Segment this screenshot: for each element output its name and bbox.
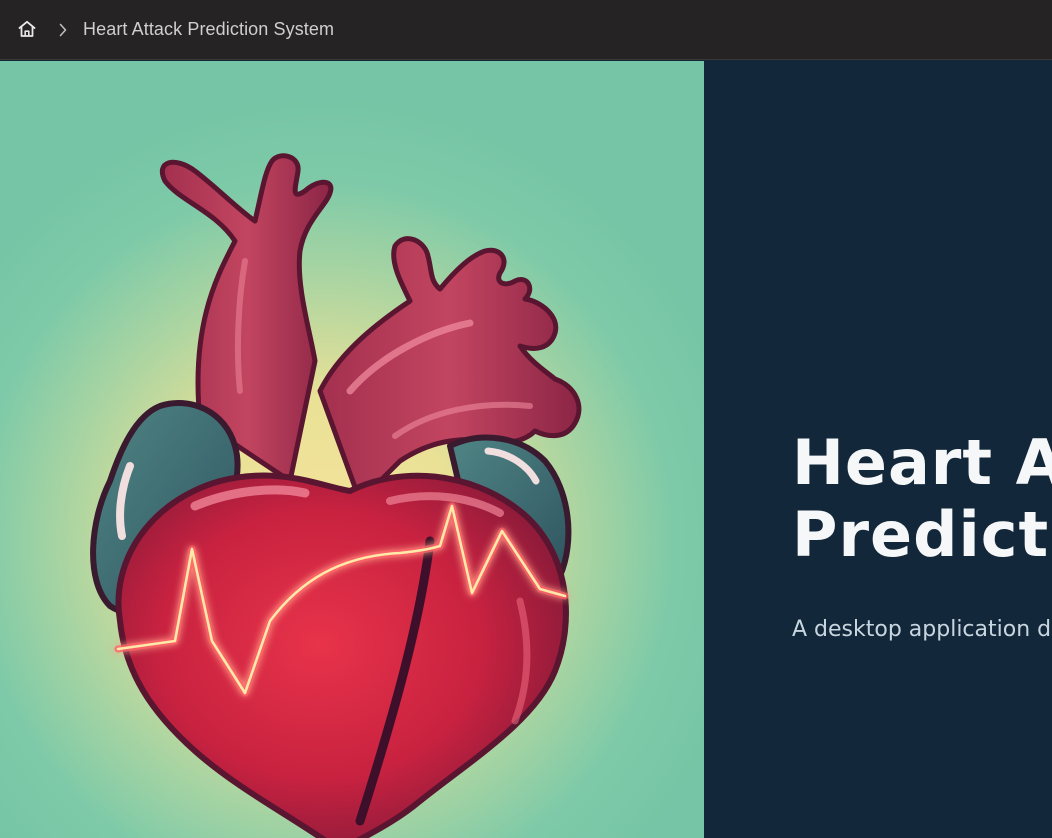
hero-content: Heart Attack Prediction System A desktop… bbox=[704, 61, 1052, 838]
chevron-right-icon bbox=[55, 20, 71, 40]
page-title: Heart Attack Prediction System bbox=[792, 426, 1052, 571]
top-bar: Heart Attack Prediction System bbox=[0, 0, 1052, 60]
breadcrumb-current[interactable]: Heart Attack Prediction System bbox=[83, 19, 334, 40]
heart-illustration bbox=[0, 61, 704, 838]
home-icon[interactable] bbox=[14, 16, 40, 42]
page-subtitle: A desktop application designed to predic… bbox=[792, 617, 1052, 642]
